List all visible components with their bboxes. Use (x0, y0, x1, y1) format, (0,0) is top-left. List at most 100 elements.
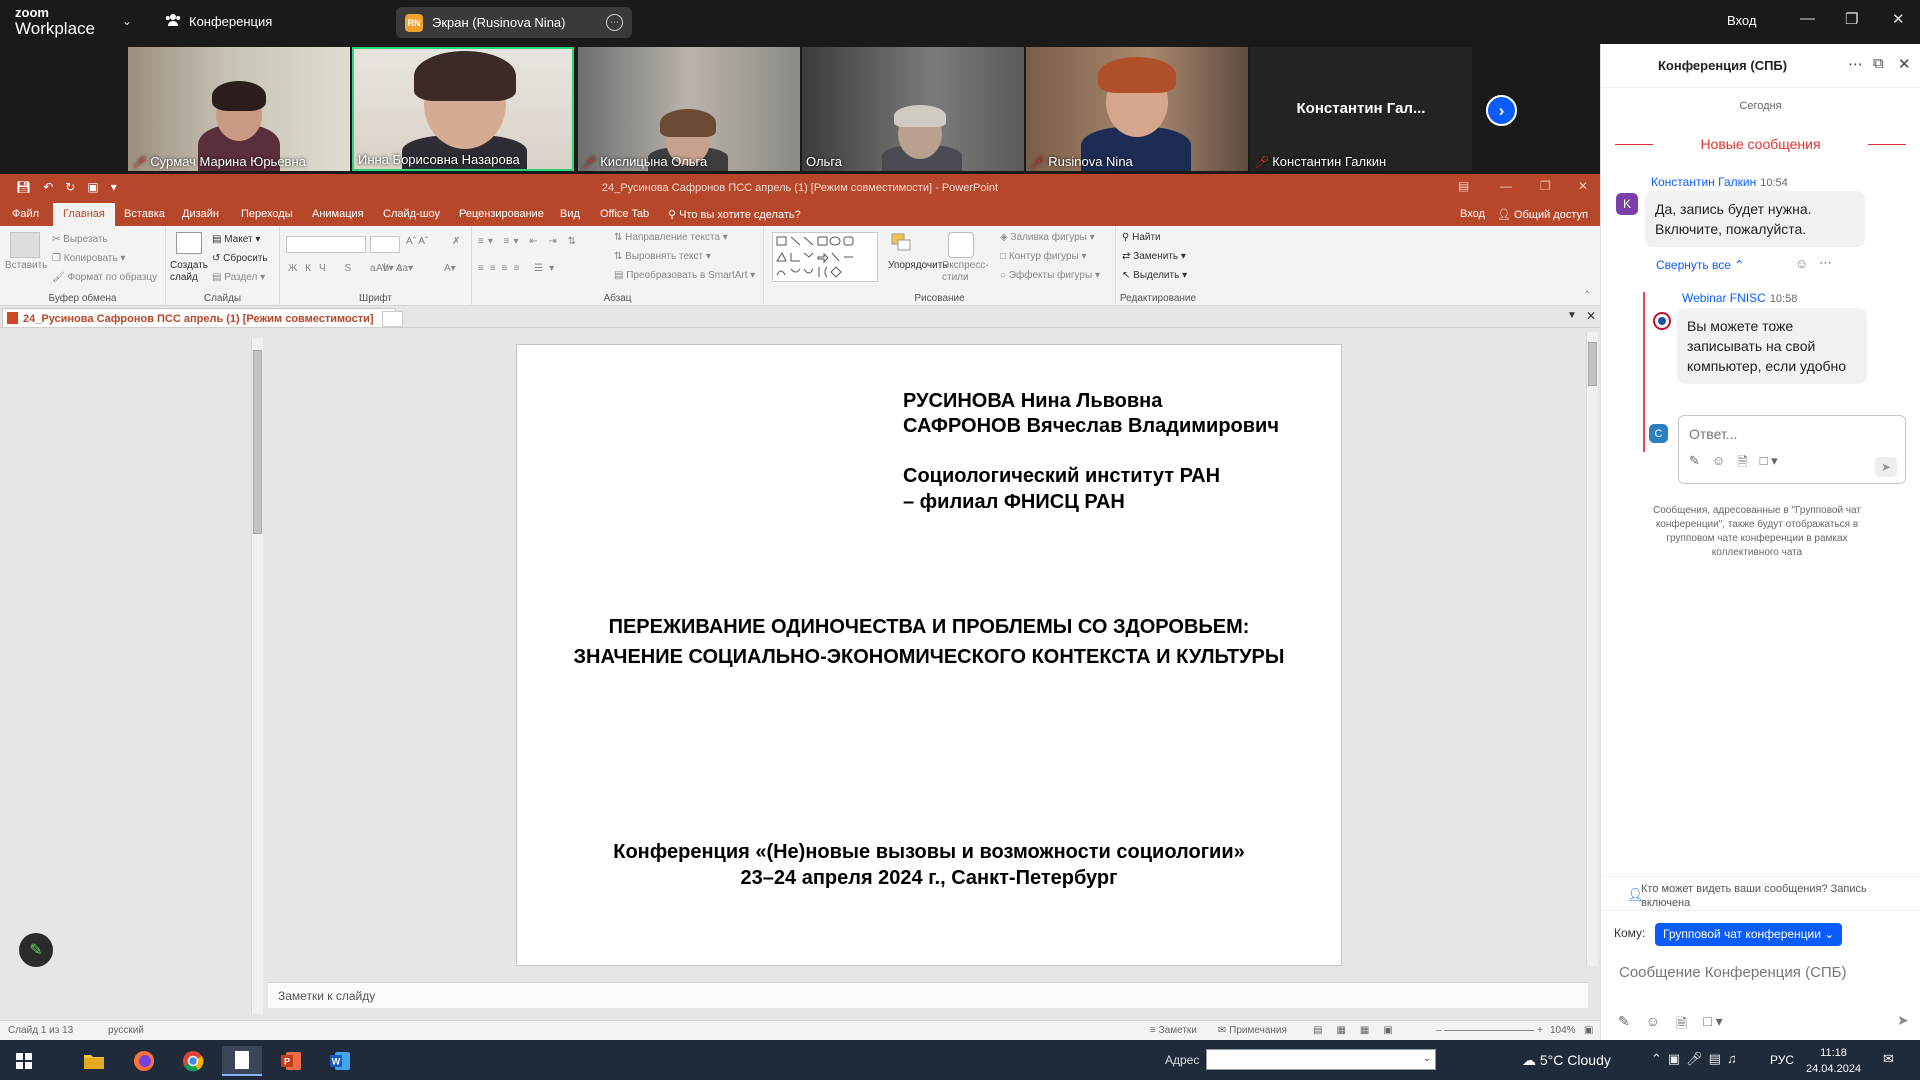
chat-close-icon[interactable]: ✕ (1898, 55, 1911, 73)
webinar-avatar[interactable] (1651, 310, 1673, 332)
tab-review[interactable]: Рецензирование (459, 208, 544, 220)
input-language[interactable]: РУС (1770, 1053, 1794, 1067)
text-direction-button[interactable]: ⇅ Направление текста ▾ (614, 232, 728, 243)
address-input[interactable]: ⌄ (1206, 1049, 1436, 1070)
collapse-thread-button[interactable]: Свернуть все ⌃ (1656, 258, 1744, 272)
notifications-icon[interactable]: ✉︎ (1883, 1051, 1894, 1067)
message-bubble[interactable]: Вы можете тоже записывать на свой компью… (1677, 308, 1867, 384)
windows-start-icon[interactable] (4, 1046, 44, 1076)
find-button[interactable]: ⚲ Найти (1122, 232, 1161, 243)
clear-format-icon[interactable]: ✗ (452, 236, 460, 247)
document-tab[interactable]: 24_Русинова Сафронов ПСС апрель (1) [Реж… (2, 308, 396, 327)
tab-insert[interactable]: Вставка (124, 208, 165, 220)
shapes-gallery[interactable] (772, 232, 878, 282)
format-icon[interactable]: ✎ (1689, 453, 1700, 475)
reply-input[interactable]: Ответ... ✎ ☺ 🗎︎ □ ▾ ➤ (1678, 415, 1906, 484)
char-spacing-icon[interactable]: AV▾ Aa▾ (376, 263, 413, 274)
firefox-icon[interactable] (124, 1046, 164, 1076)
participant-tile[interactable]: 🎤︎ Rusinova Nina (1026, 47, 1248, 171)
new-slide-button[interactable]: Создать слайд (170, 260, 212, 284)
participant-tile-active-speaker[interactable]: Инна Борисовна Назарова (352, 47, 574, 171)
layout-button[interactable]: ▤ Макет ▾ (212, 234, 260, 245)
file-icon[interactable]: 🗎︎ (1737, 453, 1747, 475)
notes-pane[interactable]: Заметки к слайду (268, 982, 1588, 1008)
font-grow-icon[interactable]: Aˆ Aˇ (406, 236, 428, 247)
replace-button[interactable]: ⇄ Заменить ▾ (1122, 251, 1186, 262)
popout-icon[interactable]: ⧉ (1873, 55, 1884, 72)
align-icons[interactable]: ≡≡≡≡ ☰▾ (478, 263, 560, 274)
shape-effects-button[interactable]: ○ Эффекты фигуры ▾ (1000, 270, 1100, 281)
editor-scroll-thumb[interactable] (1588, 342, 1597, 386)
tab-slideshow[interactable]: Слайд-шоу (383, 208, 440, 220)
tab-animations[interactable]: Анимация (312, 208, 364, 220)
zoom-level[interactable]: 104% (1550, 1025, 1576, 1036)
section-button[interactable]: ▤ Раздел ▾ (212, 272, 265, 283)
cut-button[interactable]: ✂ Вырезать (52, 234, 108, 245)
zoom-slider[interactable]: – + (1436, 1025, 1543, 1036)
close-icon[interactable]: ✕ (1892, 10, 1905, 28)
message-input[interactable]: Сообщение Конференция (СПБ) (1619, 964, 1847, 981)
participant-tile[interactable]: Ольга (802, 47, 1024, 171)
chevron-down-icon[interactable]: ⌄ (122, 14, 132, 28)
shape-outline-button[interactable]: □ Контур фигуры ▾ (1000, 251, 1087, 262)
chat-more-icon[interactable]: ⋯ (1848, 55, 1863, 73)
message-sender[interactable]: Webinar FNISC 10:58 (1682, 291, 1797, 305)
copy-button[interactable]: ❐ Копировать ▾ (52, 253, 125, 264)
font-color-icon[interactable]: A▾ (444, 263, 456, 274)
language-indicator[interactable]: русский (108, 1025, 144, 1036)
institution-block[interactable]: Социологический институт РАН – филиал ФН… (903, 463, 1220, 515)
tab-transitions[interactable]: Переходы (241, 208, 293, 220)
share-button[interactable]: 👤︎ Общий доступ (1497, 208, 1588, 221)
format-painter-button[interactable]: 🖌︎ Формат по образцу (52, 272, 157, 283)
comments-toggle[interactable]: ✉︎ Примечания (1218, 1025, 1287, 1036)
view-buttons[interactable]: ▤▦▦▣ (1313, 1025, 1407, 1036)
ribbon-display-icon[interactable]: ▤ (1458, 179, 1469, 193)
reply-send-icon[interactable]: ➤ (1875, 457, 1897, 477)
tab-home[interactable]: Главная (53, 203, 115, 226)
who-can-see-link[interactable]: Кто может видеть ваши сообщения? Запись … (1641, 882, 1911, 910)
send-icon[interactable]: ➤ (1897, 1012, 1909, 1029)
font-size-select[interactable] (370, 236, 400, 253)
file-explorer-icon[interactable] (74, 1046, 114, 1076)
message-more-icon[interactable]: ⋯ (1819, 255, 1832, 271)
format-icon[interactable]: ✎ (1618, 1013, 1630, 1037)
ppt-sign-in[interactable]: Вход (1460, 208, 1485, 220)
emoji-icon[interactable]: ☺ (1712, 453, 1725, 475)
participant-tile[interactable]: 🎤︎ Кислицына Ольга (578, 47, 800, 171)
notepad-icon[interactable] (222, 1046, 262, 1076)
restore-icon[interactable]: ❐ (1845, 10, 1858, 28)
fit-slide-icon[interactable]: ▣ (1584, 1025, 1593, 1036)
chrome-icon[interactable] (173, 1046, 213, 1076)
close-document-icon[interactable]: ✕ (1586, 309, 1596, 323)
emoji-icon[interactable]: ☺ (1646, 1013, 1660, 1037)
slide-canvas[interactable]: РУСИНОВА Нина Львовна САФРОНОВ Вячеслав … (516, 344, 1342, 966)
quick-styles-button[interactable]: Экспресс-стили (942, 260, 990, 284)
avatar[interactable]: K (1616, 193, 1638, 215)
bullets-icon[interactable]: ≡▾ ≡▾ ⇤ ⇥ ⇅ (478, 236, 580, 247)
next-page-icon[interactable]: › (1486, 95, 1517, 126)
tell-me-box[interactable]: ⚲ Что вы хотите сделать? (668, 208, 801, 221)
add-reaction-icon[interactable]: ☺ (1795, 256, 1808, 271)
message-sender[interactable]: Константин Галкин 10:54 (1651, 175, 1788, 189)
collapse-ribbon-icon[interactable]: ⌃ (1583, 290, 1591, 301)
meeting-info-button[interactable]: Конференция (165, 13, 272, 29)
participant-tile[interactable]: 🎤︎ Сурмач Марина Юрьевна (128, 47, 350, 171)
tab-view[interactable]: Вид (560, 208, 580, 220)
weather-widget[interactable]: ☁ 5°C Cloudy (1522, 1052, 1611, 1069)
arrange-button[interactable]: Упорядочить (888, 260, 948, 271)
ppt-restore-icon[interactable]: ❐ (1540, 179, 1551, 193)
screenshot-icon[interactable]: □ ▾ (1760, 453, 1778, 475)
tab-design[interactable]: Дизайн (182, 208, 219, 220)
notes-toggle[interactable]: ≡ Заметки (1150, 1025, 1197, 1036)
file-icon[interactable]: 🗎︎ (1676, 1013, 1687, 1037)
minimize-icon[interactable]: — (1800, 10, 1815, 27)
screenshot-icon[interactable]: □ ▾ (1703, 1013, 1722, 1037)
screen-share-pill[interactable]: RN Экран (Rusinova Nina) ⋯ (396, 7, 632, 38)
word-icon[interactable]: W (320, 1046, 360, 1076)
authors-block[interactable]: РУСИНОВА Нина Львовна САФРОНОВ Вячеслав … (903, 389, 1279, 439)
system-tray-icons[interactable]: ⌃▣🎤︎▤♫ (1651, 1051, 1743, 1067)
login-button[interactable]: Вход (1727, 13, 1756, 28)
participant-tile-video-off[interactable]: Константин Гал... 🎤︎ Константин Галкин (1250, 47, 1472, 171)
refresh-icon[interactable]: ↻ (1418, 1052, 1434, 1068)
powerpoint-icon[interactable]: P (271, 1046, 311, 1076)
